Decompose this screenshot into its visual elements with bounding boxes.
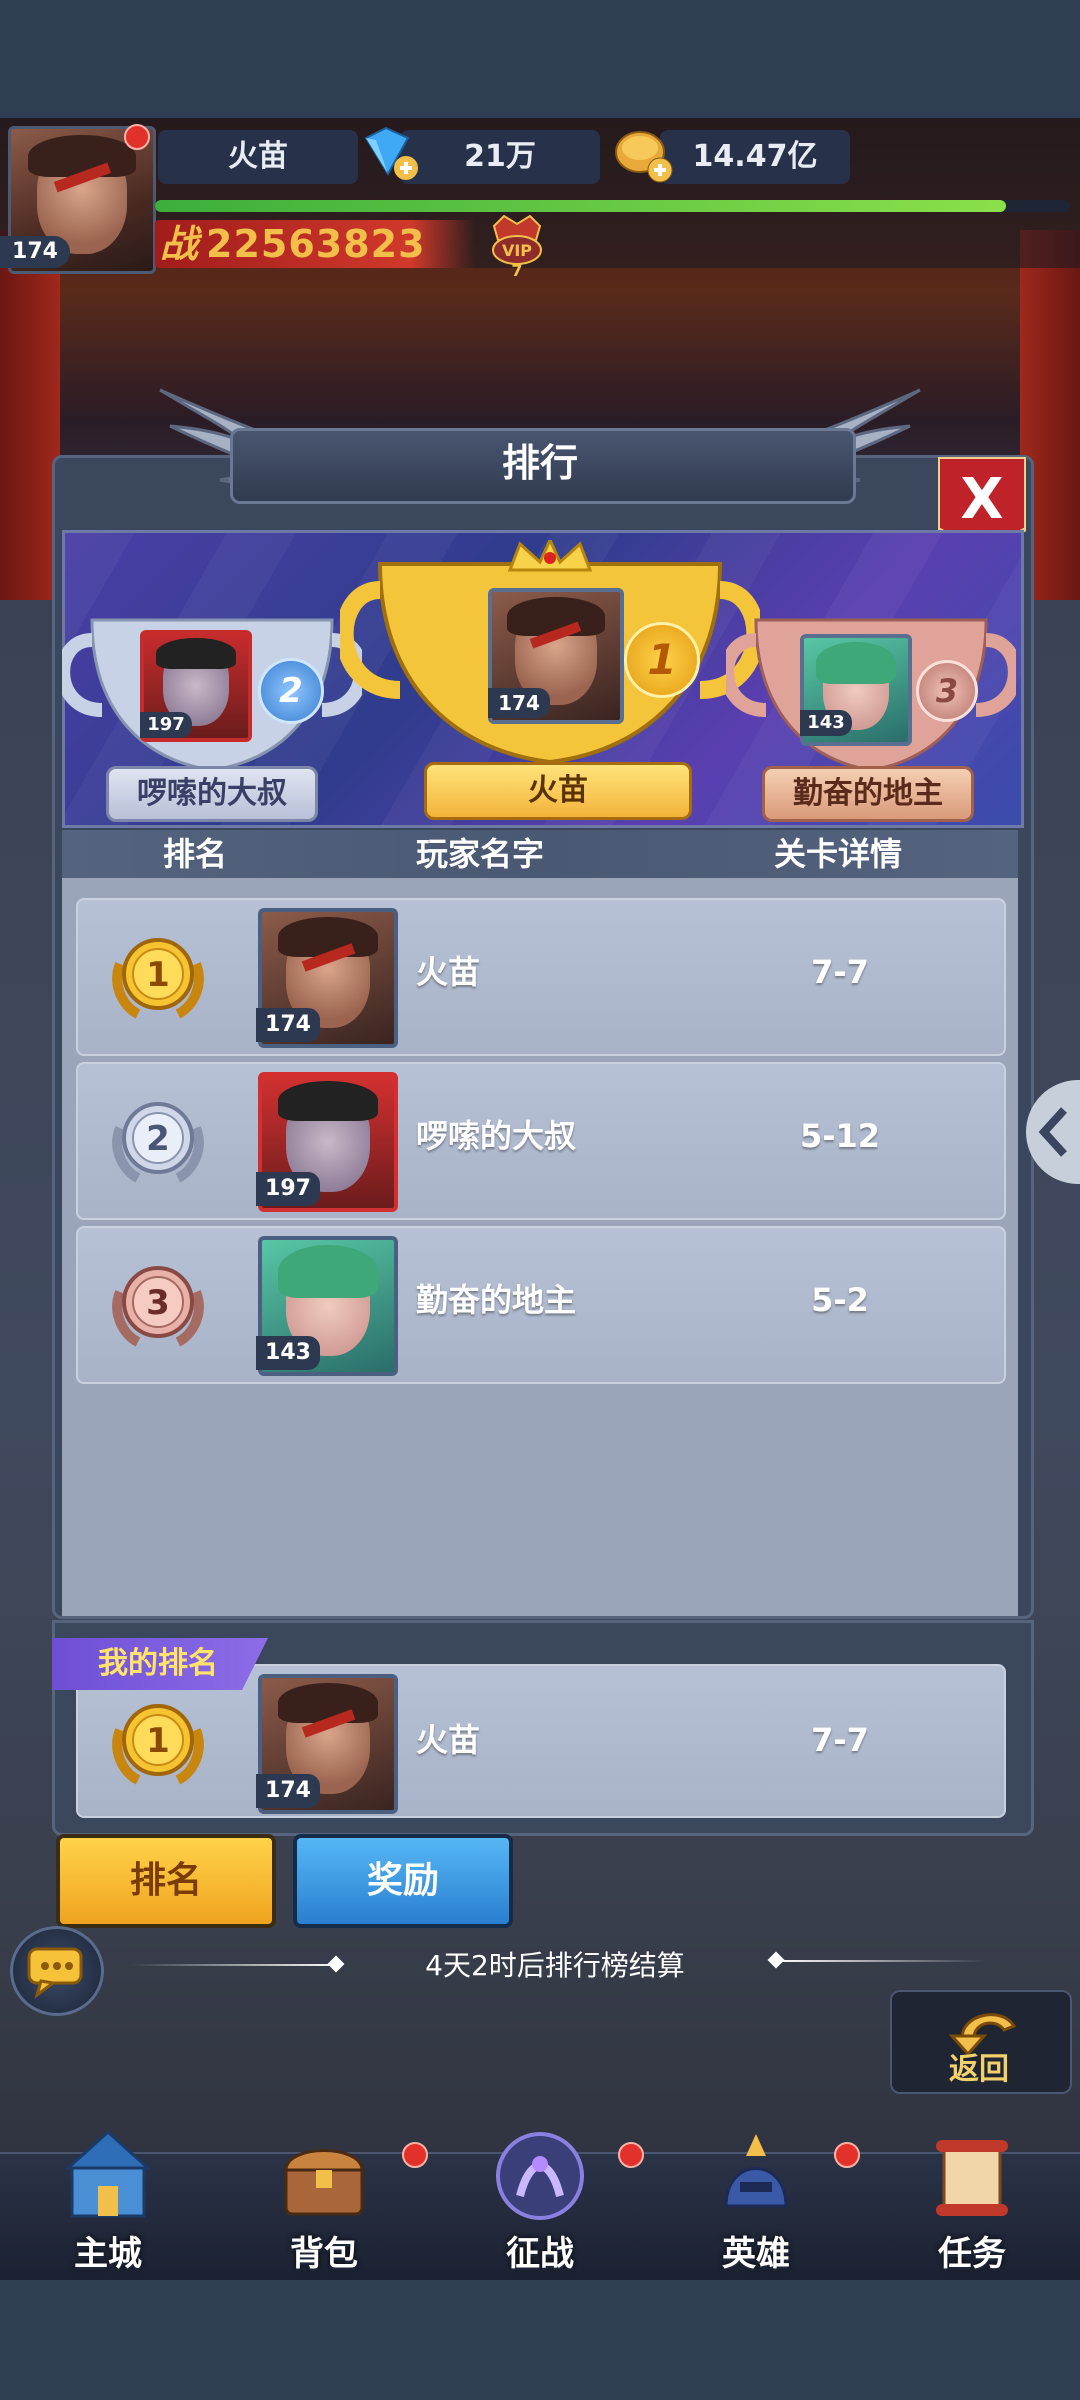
scroll-icon: [936, 2140, 1008, 2216]
vip-label: VIP: [502, 241, 532, 260]
diamond-plus-icon[interactable]: [356, 126, 420, 182]
hero-helmet-icon: [724, 2134, 788, 2208]
row-stage: 7-7: [811, 953, 869, 991]
stage-curtain-left: [0, 230, 60, 600]
nav-tasks[interactable]: 任务: [864, 2120, 1080, 2280]
row-level: 197: [256, 1172, 320, 1206]
gold-plus-icon[interactable]: [612, 126, 676, 186]
podium-level-2: 197: [140, 712, 192, 738]
experience-bar: [155, 200, 1070, 212]
column-header-stage: 关卡详情: [773, 835, 902, 873]
row-rank: 3: [146, 1283, 170, 1323]
system-nav-bar: [0, 2280, 1080, 2400]
panel-title: 排行: [501, 441, 578, 485]
gold-count: 14.47亿: [660, 130, 850, 184]
podium-level-3: 143: [800, 710, 852, 736]
podium-name-3: 勤奋的地主: [762, 766, 974, 822]
gold-medal-icon: 1: [112, 938, 204, 1019]
heroes-notification-dot: [834, 2142, 860, 2168]
row-player-name: 啰嗦的大叔: [416, 1117, 577, 1155]
row-rank: 1: [146, 955, 170, 995]
column-header-rank: 排名: [162, 835, 227, 873]
campaign-notification-dot: [618, 2142, 644, 2168]
podium-place-2: 2: [258, 658, 324, 724]
nav-main-city[interactable]: 主城: [0, 2120, 216, 2280]
vip-badge-icon[interactable]: VIP 7: [482, 210, 552, 280]
nav-heroes[interactable]: 英雄: [648, 2120, 864, 2280]
my-rank-label: 我的排名: [98, 1646, 218, 1681]
my-level: 174: [256, 1774, 320, 1808]
settlement-countdown: 4天2时后排行榜结算: [425, 1949, 685, 1982]
diamond-count: 21万: [400, 130, 600, 184]
player-name-pill: 火苗: [158, 130, 358, 184]
close-icon[interactable]: X: [938, 462, 1026, 538]
side-drawer-toggle[interactable]: [1026, 1080, 1080, 1184]
row-stage: 5-12: [799, 1117, 881, 1155]
combat-power-prefix: 战: [160, 222, 199, 266]
player-level: 174: [0, 236, 70, 268]
back-label[interactable]: 返回: [890, 2050, 1068, 2090]
nav-backpack[interactable]: 背包: [216, 2120, 432, 2280]
chat-bubble-icon: [27, 1947, 83, 1999]
bronze-medal-icon: 3: [112, 1266, 204, 1347]
chevron-left-icon: [1038, 1107, 1067, 1157]
countdown-divider-right: [776, 1960, 986, 1962]
tab-reward[interactable]: 奖励: [293, 1834, 513, 1928]
castle-icon: [64, 2129, 152, 2218]
nav-label: 背包: [290, 2234, 358, 2274]
vip-level: 7: [511, 261, 522, 280]
backpack-notification-dot: [402, 2142, 428, 2168]
nav-label: 主城: [74, 2234, 142, 2274]
row-stage: 5-2: [811, 1281, 869, 1319]
gold-medal-icon: 1: [112, 1704, 204, 1785]
chat-button[interactable]: [10, 1926, 104, 2016]
avatar-notification-dot: [124, 124, 150, 150]
dragon-emblem-icon: [496, 2132, 584, 2220]
my-player-name: 火苗: [416, 1721, 481, 1759]
my-stage: 7-7: [811, 1721, 869, 1759]
my-rank-number: 1: [146, 1721, 170, 1761]
podium-place-3: 3: [916, 660, 978, 722]
row-player-name: 勤奋的地主: [416, 1281, 577, 1319]
nav-campaign[interactable]: 征战: [432, 2120, 648, 2280]
podium-place-1: 1: [624, 622, 700, 698]
status-bar: [0, 0, 1080, 118]
row-level: 143: [256, 1336, 320, 1370]
experience-fill: [155, 200, 1006, 212]
nav-label: 征战: [506, 2234, 574, 2274]
podium-name-2: 啰嗦的大叔: [106, 766, 318, 822]
silver-medal-icon: 2: [112, 1102, 204, 1183]
treasure-chest-icon: [284, 2149, 364, 2216]
podium-level-1: 174: [488, 688, 550, 718]
row-level: 174: [256, 1008, 320, 1042]
row-player-name: 火苗: [416, 953, 481, 991]
podium-name-1: 火苗: [424, 762, 692, 820]
row-rank: 2: [146, 1119, 170, 1159]
countdown-divider-left: [130, 1964, 340, 1966]
combat-power-value: 22563823: [206, 222, 426, 266]
nav-label: 英雄: [722, 2234, 790, 2274]
column-header-player: 玩家名字: [415, 835, 544, 873]
tab-rank[interactable]: 排名: [56, 1834, 276, 1928]
nav-label: 任务: [938, 2234, 1006, 2274]
